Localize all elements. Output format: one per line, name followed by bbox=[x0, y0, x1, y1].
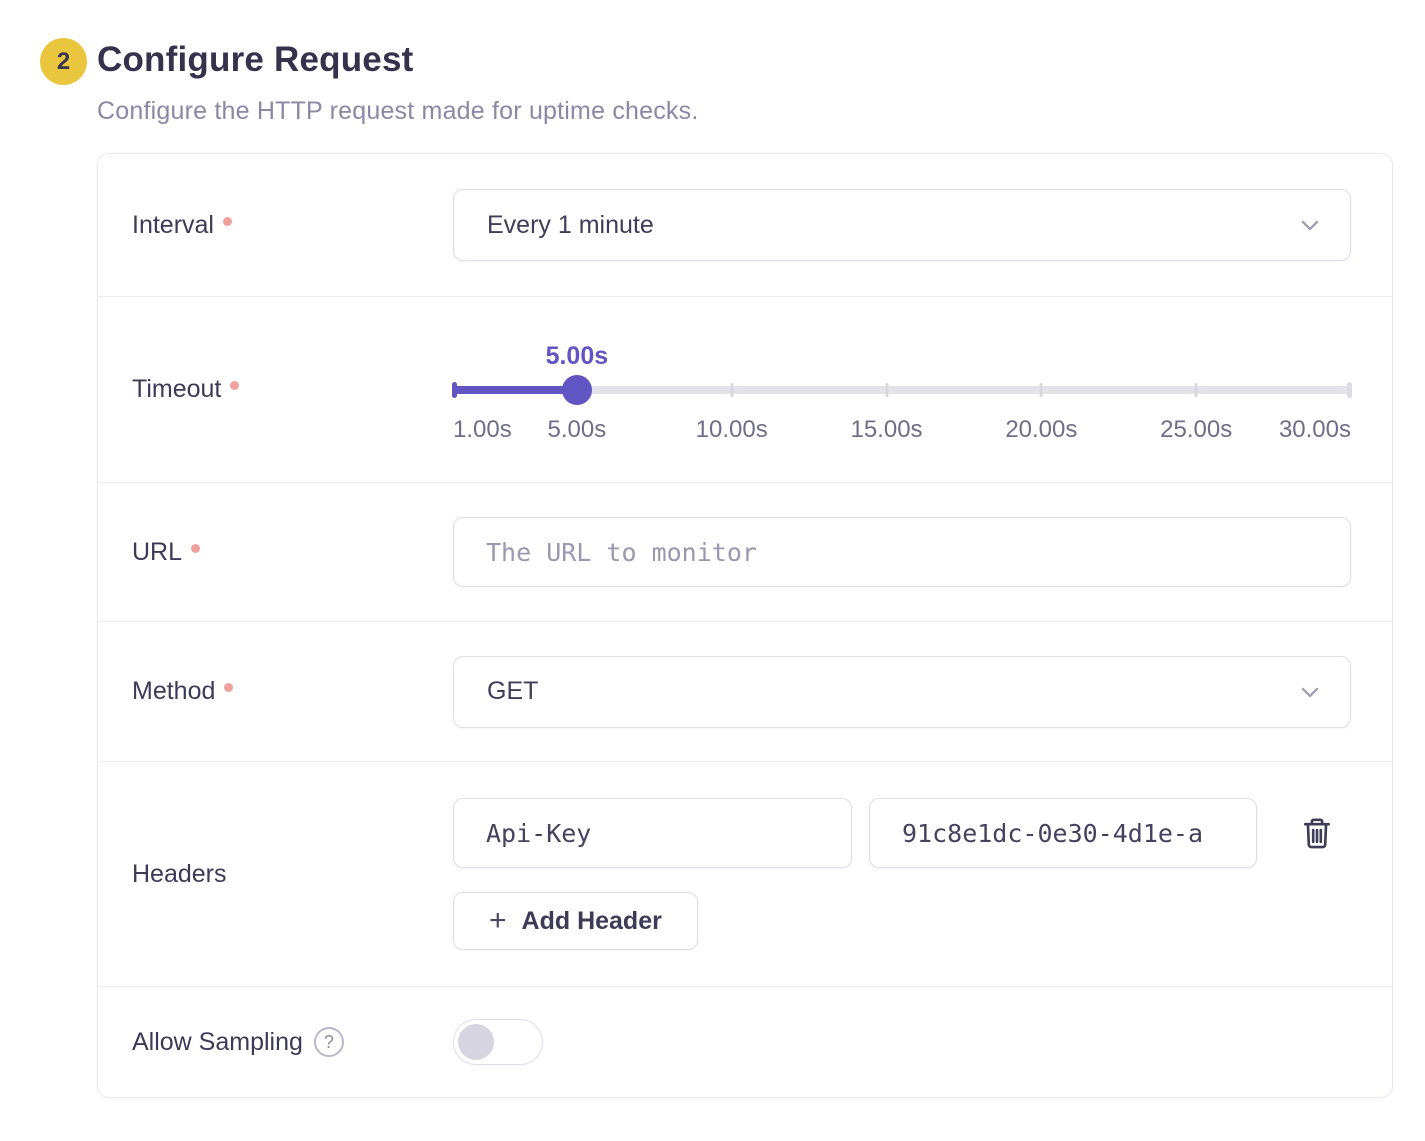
configure-request-card: Interval Every 1 minute Timeout 5.00s bbox=[97, 153, 1393, 1098]
timeout-label: Timeout bbox=[98, 375, 453, 404]
allow-sampling-toggle[interactable] bbox=[453, 1019, 543, 1065]
headers-label: Headers bbox=[98, 860, 453, 889]
method-label: Method bbox=[98, 677, 453, 706]
slider-tick-label: 1.00s bbox=[453, 416, 512, 444]
interval-row: Interval Every 1 minute bbox=[98, 154, 1392, 296]
timeout-slider[interactable]: 5.00s 1.00s 5.00s 10.00s 15.00s 20.00s 25.00s… bbox=[453, 342, 1351, 442]
method-selected-value: GET bbox=[487, 677, 538, 706]
allow-sampling-label: Allow Sampling ? bbox=[98, 1027, 453, 1057]
add-header-button-label: Add Header bbox=[522, 907, 662, 936]
url-row: URL bbox=[98, 482, 1392, 621]
delete-header-button[interactable] bbox=[1297, 813, 1337, 853]
interval-select[interactable]: Every 1 minute bbox=[453, 189, 1351, 261]
allow-sampling-label-text: Allow Sampling bbox=[132, 1028, 303, 1057]
header-key-input[interactable] bbox=[453, 798, 852, 868]
timeout-label-text: Timeout bbox=[132, 375, 221, 404]
required-dot bbox=[223, 217, 232, 226]
required-dot bbox=[191, 544, 200, 553]
headers-row: Headers bbox=[98, 761, 1392, 986]
slider-tick-label: 25.00s bbox=[1160, 416, 1232, 444]
add-header-button[interactable]: + Add Header bbox=[453, 892, 698, 950]
interval-selected-value: Every 1 minute bbox=[487, 211, 654, 240]
step-number-badge: 2 bbox=[40, 38, 87, 85]
chevron-down-icon bbox=[1298, 213, 1322, 237]
url-label-text: URL bbox=[132, 538, 182, 567]
required-dot bbox=[224, 683, 233, 692]
slider-fill bbox=[453, 386, 577, 394]
interval-label: Interval bbox=[98, 211, 453, 240]
help-question-icon[interactable]: ? bbox=[314, 1027, 344, 1057]
toggle-knob bbox=[458, 1024, 494, 1060]
page-subtitle: Configure the HTTP request made for upti… bbox=[97, 97, 698, 126]
slider-tick-label: 5.00s bbox=[548, 416, 607, 444]
slider-tickmark bbox=[1040, 383, 1043, 397]
required-dot bbox=[230, 381, 239, 390]
trash-icon bbox=[1299, 814, 1335, 852]
header-entry-row bbox=[453, 798, 1351, 868]
url-label: URL bbox=[98, 538, 453, 567]
header-value-input[interactable] bbox=[869, 798, 1257, 868]
slider-tick-label: 10.00s bbox=[696, 416, 768, 444]
url-input[interactable] bbox=[453, 517, 1351, 587]
slider-tick-label: 30.00s bbox=[1279, 416, 1351, 444]
slider-tickmark bbox=[1195, 383, 1198, 397]
timeout-row: Timeout 5.00s 1.00s 5.00s 10.00s 15.00s 20.0… bbox=[98, 296, 1392, 482]
slider-tick-labels: 1.00s 5.00s 10.00s 15.00s 20.00s 25.00s 30.00s bbox=[453, 416, 1351, 442]
allow-sampling-row: Allow Sampling ? bbox=[98, 986, 1392, 1097]
slider-tickmark bbox=[885, 383, 888, 397]
slider-value-label: 5.00s bbox=[546, 342, 609, 371]
interval-label-text: Interval bbox=[132, 211, 214, 240]
method-label-text: Method bbox=[132, 677, 215, 706]
headers-label-text: Headers bbox=[132, 860, 227, 889]
page-title: Configure Request bbox=[97, 40, 413, 80]
method-select[interactable]: GET bbox=[453, 656, 1351, 728]
slider-tickmark bbox=[730, 383, 733, 397]
slider-handle[interactable] bbox=[562, 375, 592, 405]
chevron-down-icon bbox=[1298, 680, 1322, 704]
slider-tick-label: 15.00s bbox=[850, 416, 922, 444]
plus-icon: + bbox=[489, 906, 507, 936]
slider-max-endcap bbox=[1347, 382, 1352, 398]
method-row: Method GET bbox=[98, 621, 1392, 761]
slider-tick-label: 20.00s bbox=[1005, 416, 1077, 444]
slider-min-endcap bbox=[452, 382, 457, 398]
